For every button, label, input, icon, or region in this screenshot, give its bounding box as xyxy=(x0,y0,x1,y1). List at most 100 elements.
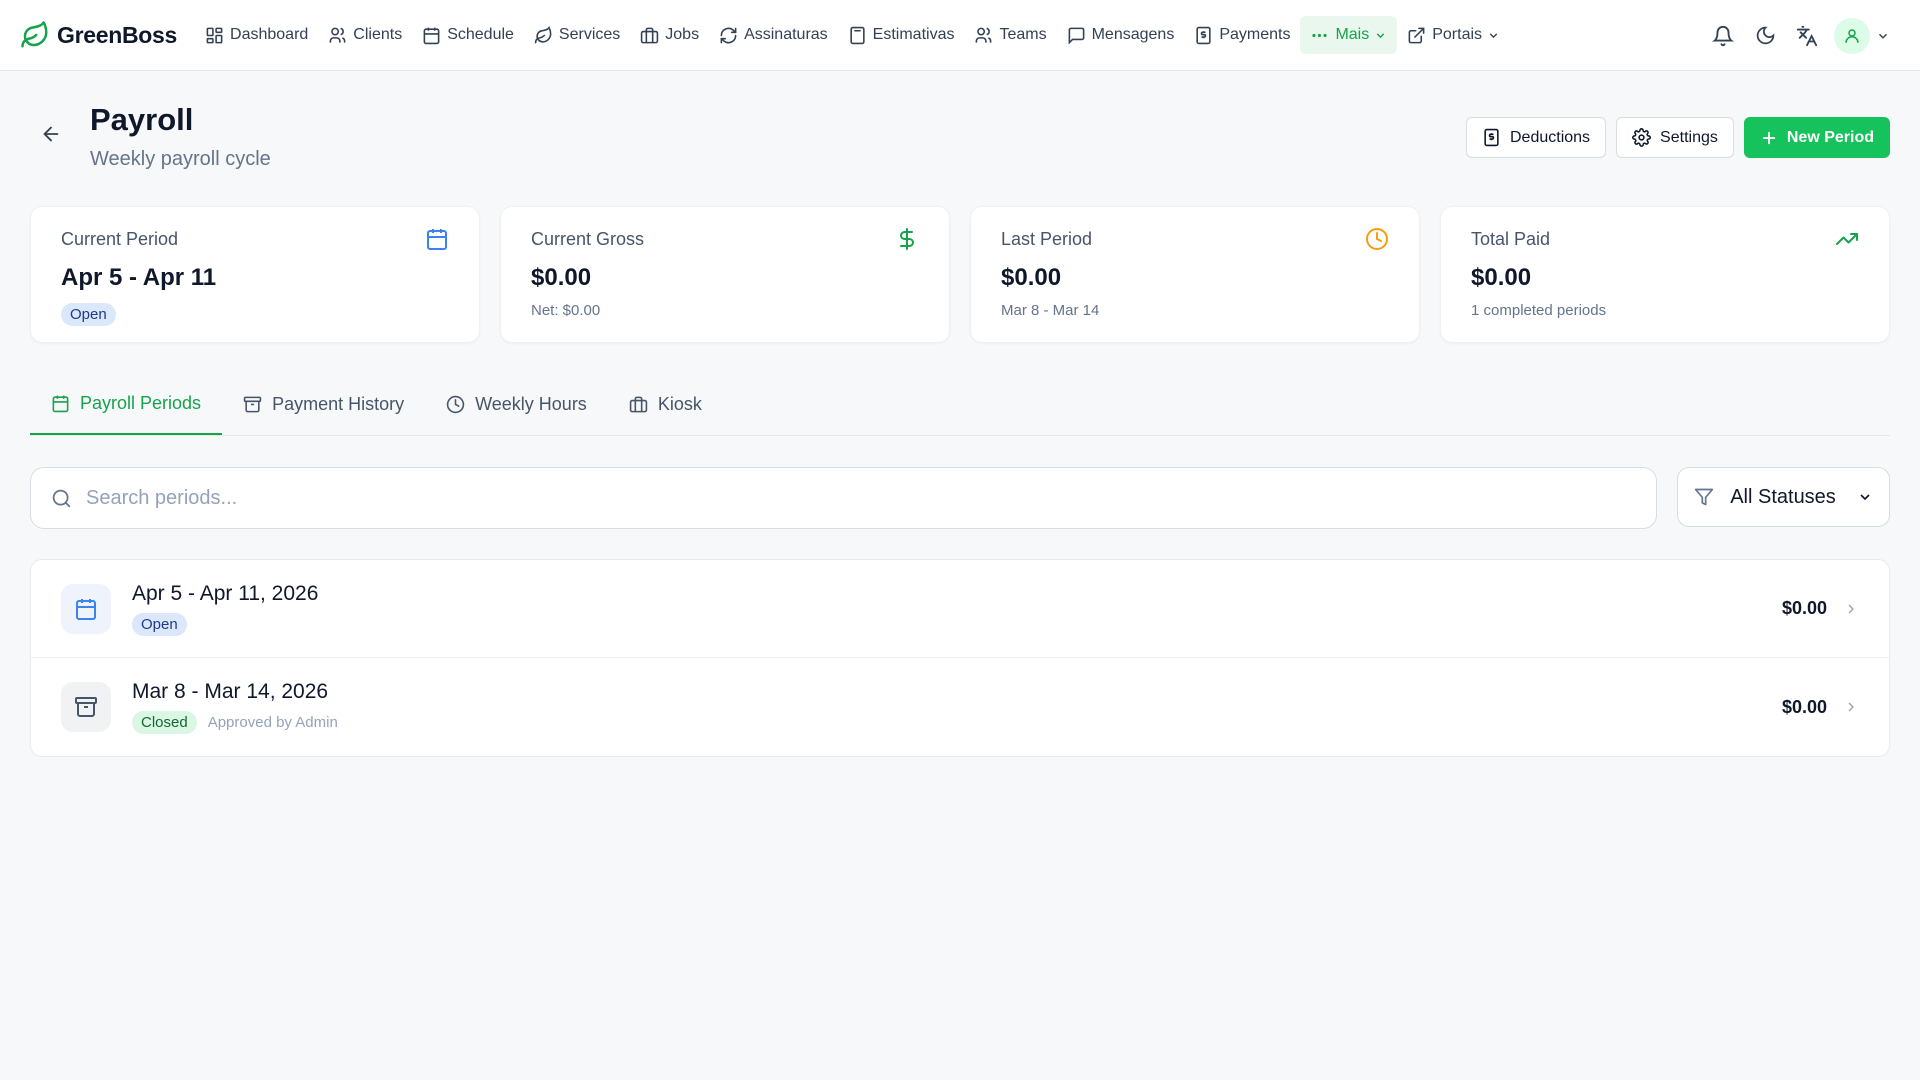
nav-item-assinaturas[interactable]: Assinaturas xyxy=(709,16,838,54)
search-icon xyxy=(51,488,72,509)
stat-value: $0.00 xyxy=(1471,264,1532,291)
tab-payroll-periods[interactable]: Payroll Periods xyxy=(30,373,223,435)
nav-label: Dashboard xyxy=(230,26,309,43)
period-info: Mar 8 - Mar 14, 2026 Closed Approved by … xyxy=(132,680,338,734)
nav-item-schedule[interactable]: Schedule xyxy=(412,16,524,54)
tab-label: Kiosk xyxy=(657,393,702,414)
status-filter-select[interactable]: All Statuses xyxy=(1677,467,1890,527)
dollar-icon xyxy=(895,227,919,251)
top-right-controls xyxy=(1702,0,1896,71)
calendar-icon xyxy=(422,26,441,45)
nav-item-jobs[interactable]: Jobs xyxy=(630,16,709,54)
stat-card-last-period: Last Period $0.00 Mar 8 - Mar 14 xyxy=(970,206,1420,343)
main-nav: Dashboard Clients Schedule Services Jobs… xyxy=(195,16,1510,54)
stat-value: Apr 5 - Apr 11 xyxy=(61,264,217,291)
nav-item-portais[interactable]: Portais xyxy=(1397,16,1510,54)
status-filter-value: All Statuses xyxy=(1730,485,1836,508)
nav-item-estimativas[interactable]: Estimativas xyxy=(838,16,965,54)
new-period-button[interactable]: New Period xyxy=(1743,117,1890,158)
nav-label: Services xyxy=(558,26,621,43)
stat-sub: Mar 8 - Mar 14 xyxy=(1001,302,1100,319)
payroll-page: Payroll Weekly payroll cycle Deductions … xyxy=(30,71,1890,757)
tab-weekly-hours[interactable]: Weekly Hours xyxy=(425,373,608,435)
settings-label: Settings xyxy=(1660,128,1718,146)
period-title: Apr 5 - Apr 11, 2026 xyxy=(132,581,319,605)
stat-label: Current Period xyxy=(61,229,179,249)
search-box xyxy=(30,467,1658,529)
nav-item-payments[interactable]: Payments xyxy=(1184,16,1300,54)
nav-label: Estimativas xyxy=(872,26,955,43)
settings-button[interactable]: Settings xyxy=(1616,117,1734,158)
tab-label: Weekly Hours xyxy=(475,393,587,414)
users-icon xyxy=(974,26,993,45)
stat-sub: 1 completed periods xyxy=(1471,302,1607,319)
refresh-icon xyxy=(719,26,738,45)
nav-item-clients[interactable]: Clients xyxy=(318,16,412,54)
stat-label: Last Period xyxy=(1001,229,1093,249)
approval-note: Approved by Admin xyxy=(207,714,338,731)
list-item[interactable]: Apr 5 - Apr 11, 2026 Open $0.00 xyxy=(31,560,1889,658)
filter-icon xyxy=(1694,487,1714,507)
calculator-icon xyxy=(848,26,867,45)
tab-kiosk[interactable]: Kiosk xyxy=(608,373,723,435)
clock-icon xyxy=(446,395,465,414)
tabs: Payroll Periods Payment History Weekly H… xyxy=(30,373,1890,436)
archive-icon xyxy=(61,682,111,732)
briefcase-icon xyxy=(640,26,659,45)
status-badge: Open xyxy=(132,612,187,636)
filters-row: All Statuses xyxy=(30,467,1890,529)
calendar-icon xyxy=(425,227,449,251)
translate-icon xyxy=(1796,25,1818,47)
nav-item-mensagens[interactable]: Mensagens xyxy=(1057,16,1185,54)
stat-value: $0.00 xyxy=(1001,264,1062,291)
calendar-icon xyxy=(61,583,111,634)
account-menu-button[interactable] xyxy=(1870,15,1896,57)
tab-label: Payment History xyxy=(272,393,405,414)
stat-label: Current Gross xyxy=(531,229,645,249)
nav-label: Payments xyxy=(1219,26,1291,43)
nav-label: Mensagens xyxy=(1091,26,1175,43)
new-period-label: New Period xyxy=(1786,128,1874,146)
more-icon xyxy=(1310,26,1329,45)
period-title: Mar 8 - Mar 14, 2026 xyxy=(132,680,329,703)
deductions-button[interactable]: Deductions xyxy=(1466,117,1607,158)
stat-card-total-paid: Total Paid $0.00 1 completed periods xyxy=(1440,206,1890,343)
nav-item-services[interactable]: Services xyxy=(524,16,630,54)
brand[interactable]: GreenBoss xyxy=(20,20,177,50)
search-input[interactable] xyxy=(86,486,1586,510)
receipt-icon xyxy=(1482,128,1501,147)
users-icon xyxy=(328,26,347,45)
language-button[interactable] xyxy=(1786,15,1828,57)
nav-item-dashboard[interactable]: Dashboard xyxy=(195,16,318,54)
nav-item-mais[interactable]: Mais xyxy=(1300,16,1398,54)
stats-row: Current Period Apr 5 - Apr 11 Open Curre… xyxy=(30,206,1890,343)
nav-item-teams[interactable]: Teams xyxy=(964,16,1056,54)
moon-icon xyxy=(1755,25,1776,46)
back-button[interactable] xyxy=(40,123,62,145)
notifications-button[interactable] xyxy=(1702,15,1744,57)
nav-label: Clients xyxy=(353,26,403,43)
deductions-label: Deductions xyxy=(1510,128,1591,146)
period-meta: Closed Approved by Admin xyxy=(132,711,338,734)
theme-toggle-button[interactable] xyxy=(1744,15,1786,57)
stat-sub: Net: $0.00 xyxy=(531,302,601,319)
avatar[interactable] xyxy=(1834,17,1870,54)
trending-up-icon xyxy=(1835,227,1859,251)
external-link-icon xyxy=(1407,26,1426,45)
period-amount: $0.00 xyxy=(1781,696,1827,717)
message-icon xyxy=(1067,26,1086,45)
nav-label: Mais xyxy=(1335,26,1370,43)
nav-label: Teams xyxy=(999,26,1047,43)
stat-label: Total Paid xyxy=(1471,229,1551,249)
page-title: Payroll xyxy=(90,102,194,137)
receipt-icon xyxy=(1194,26,1213,45)
nav-label: Schedule xyxy=(447,26,514,43)
chevron-down-icon xyxy=(1876,29,1890,43)
bell-icon xyxy=(1712,25,1734,47)
status-badge: Open xyxy=(61,303,116,326)
page-subtitle: Weekly payroll cycle xyxy=(90,148,271,170)
chevron-right-icon xyxy=(1843,699,1859,715)
tab-payment-history[interactable]: Payment History xyxy=(222,373,425,435)
list-item[interactable]: Mar 8 - Mar 14, 2026 Closed Approved by … xyxy=(31,658,1889,756)
chevron-down-icon xyxy=(1374,29,1387,42)
